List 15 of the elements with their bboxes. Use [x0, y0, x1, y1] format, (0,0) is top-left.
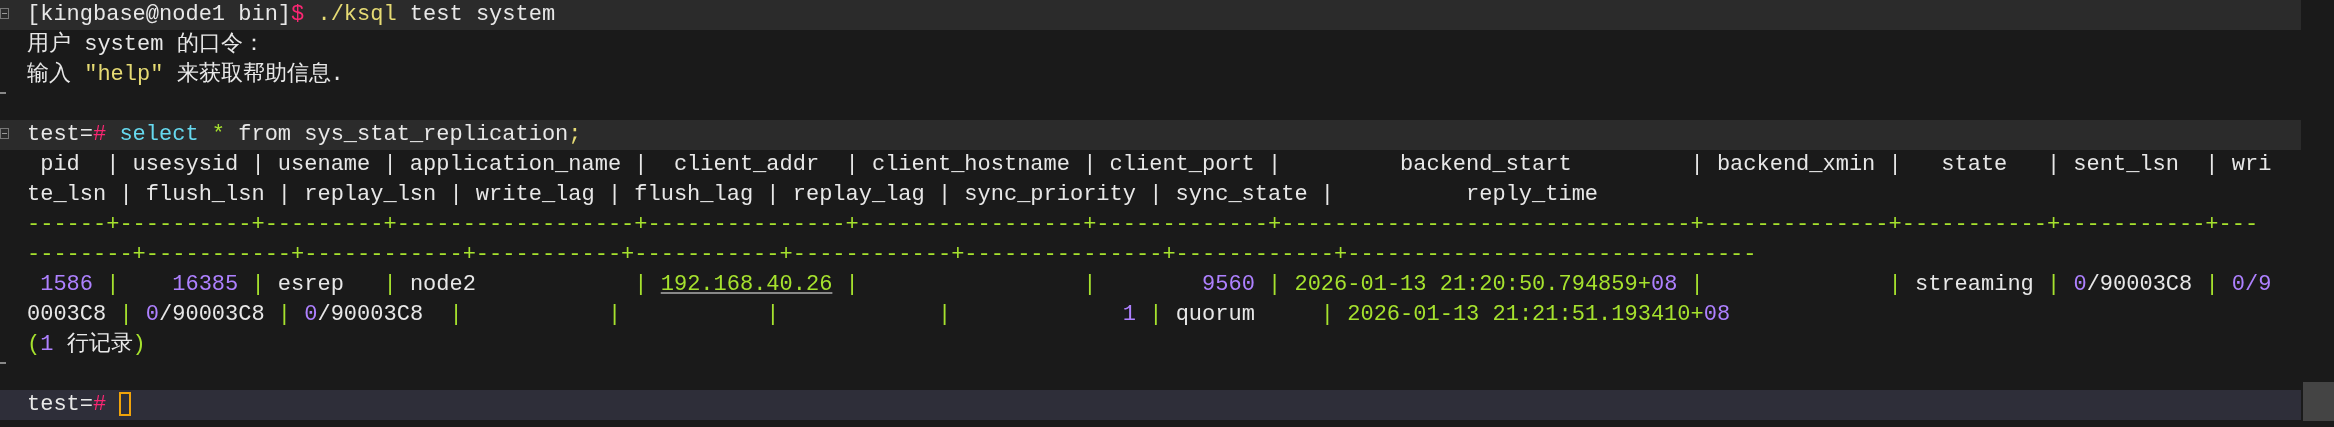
- terminal-line: (1 行记录): [27, 332, 146, 357]
- terminal-line: pid | usesysid | usename | application_name | client_addr | client_hostname | client_port | backend_start | backend_xmin | state | sent_lsn | wri: [39, 152, 2272, 177]
- terminal-line: [kingbase@node1 bin]$ ./ksql test system: [27, 2, 556, 27]
- fold-icon[interactable]: [0, 8, 9, 19]
- scrollbar-thumb[interactable]: [2303, 382, 2334, 421]
- terminal-line: test=# select * from sys_stat_replication;: [27, 122, 582, 147]
- terminal-line: --------+-----------+------------+-----------+-----------+------------+---------------+------------+-------------------------------: [27, 242, 1757, 267]
- terminal-line: 0003C8 | 0/90003C8 | 0/90003C8 | | | | 1 | quorum | 2026-01-13 21:21:51.193410+08: [27, 302, 1731, 327]
- fold-icon[interactable]: [0, 128, 9, 139]
- terminal-line: 输入 "help" 来获取帮助信息.: [27, 62, 344, 87]
- terminal-line: ------+----------+---------+------------------+---------------+-----------------+-------------+-------------------------------+--------------+-----------+-----------+---: [27, 212, 2259, 237]
- terminal-line: 用户 system 的口令：: [27, 32, 265, 57]
- terminal-line: 1586 | 16385 | esrep | node2 | 192.168.40.26 | | 9560 | 2026-01-13 21:20:50.794859+08 | | streaming | 0/90003C8 | 0/9: [39, 272, 2272, 297]
- terminal-line: test=#: [27, 392, 107, 417]
- terminal-line: te_lsn | flush_lsn | replay_lsn | write_lag | flush_lag | replay_lag | sync_priority | sync_state | reply_time: [27, 182, 1599, 207]
